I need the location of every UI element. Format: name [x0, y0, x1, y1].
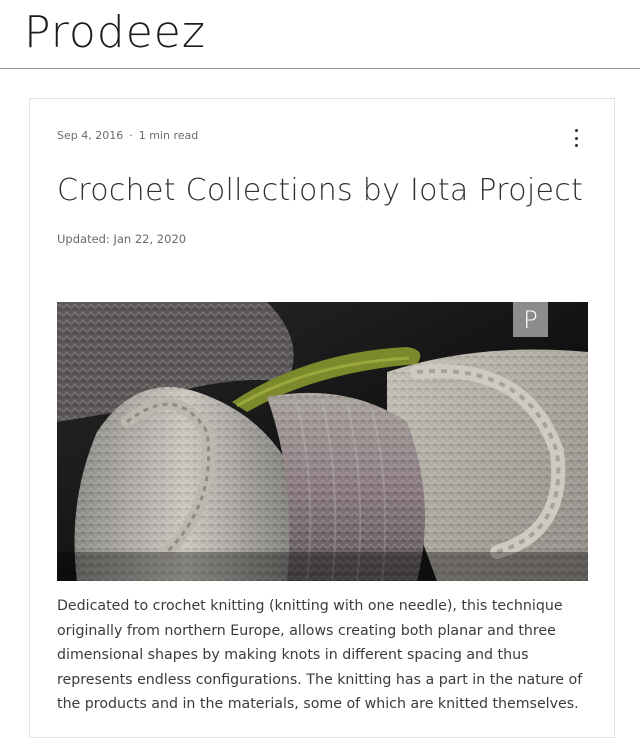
post-updated-date: Updated: Jan 22, 2020 — [57, 232, 187, 246]
post-meta: Sep 4, 2016 · 1 min read — [57, 129, 198, 142]
post-read-time: 1 min read — [138, 129, 199, 142]
post-hero-image[interactable]: P — [57, 302, 588, 581]
meta-separator: · — [129, 129, 133, 142]
post-date: Sep 4, 2016 — [57, 129, 124, 142]
more-vertical-icon — [574, 129, 578, 132]
blog-post-card: Sep 4, 2016 · 1 min read Crochet Collect… — [29, 98, 615, 738]
post-body-text: Dedicated to crochet knitting (knitting … — [57, 598, 583, 712]
crochet-photo — [57, 302, 588, 581]
site-header: Prodeez — [0, 0, 640, 69]
post-title: Crochet Collections by Iota Project — [57, 173, 584, 208]
more-vertical-icon-dot — [574, 136, 578, 140]
more-actions-button[interactable] — [572, 129, 580, 147]
site-logo[interactable]: Prodeez — [24, 6, 206, 60]
image-watermark-logo: P — [513, 302, 548, 337]
more-vertical-icon-dot — [574, 144, 578, 147]
